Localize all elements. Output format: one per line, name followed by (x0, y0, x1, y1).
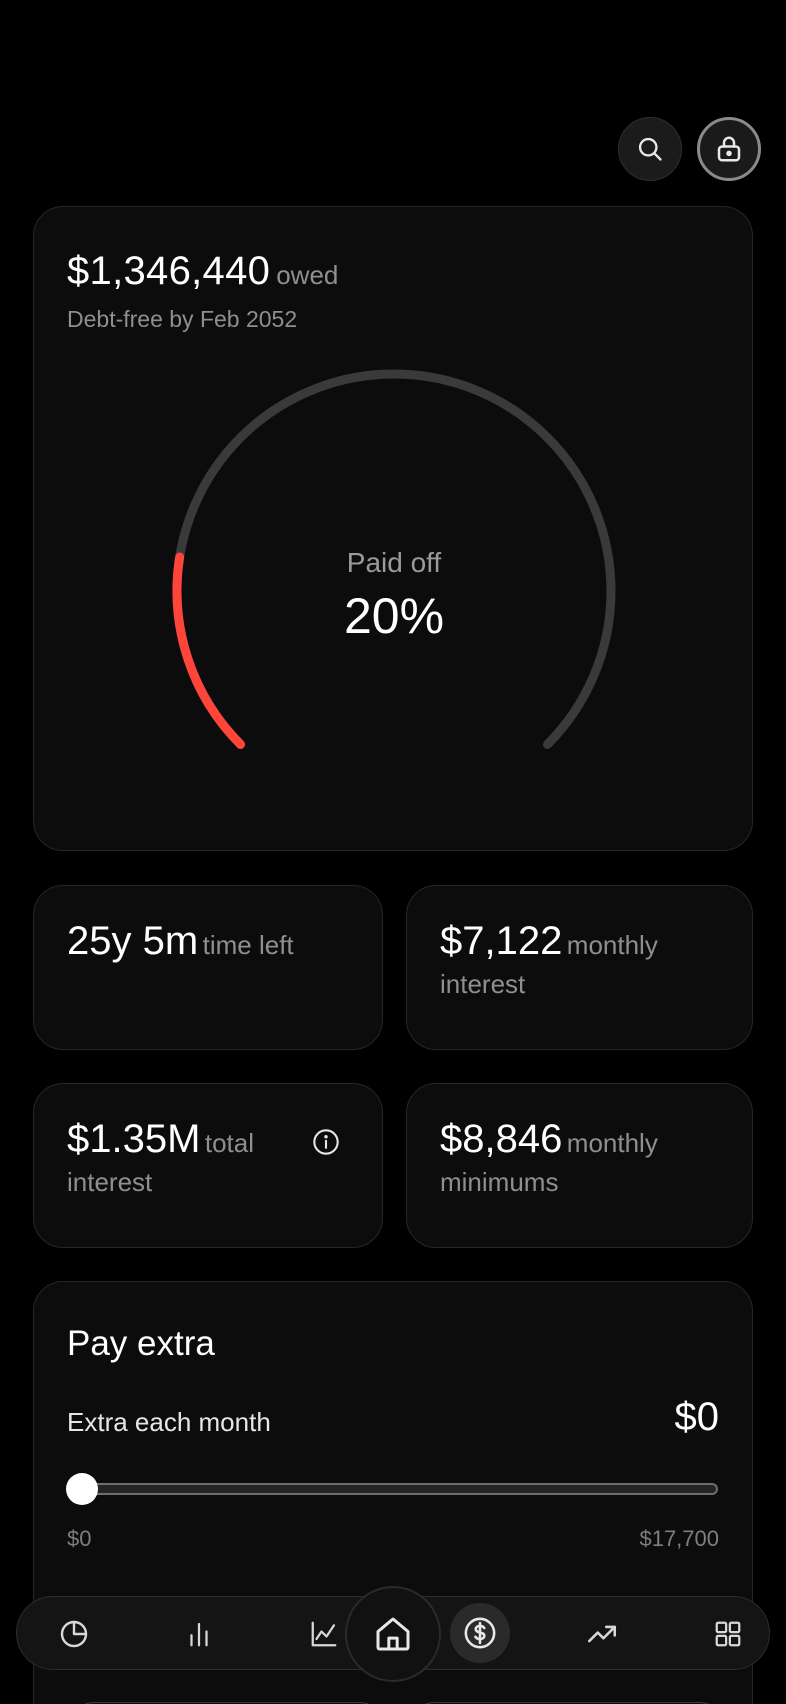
grid-icon (715, 1621, 741, 1647)
total-interest-text: $1.35M total interest (67, 1119, 292, 1204)
time-left-label: time left (202, 930, 294, 960)
time-left-value: 25y 5m (67, 919, 199, 963)
search-icon (638, 137, 662, 161)
lock-icon (717, 136, 741, 162)
gauge-value: 20% (343, 588, 445, 644)
monthly-minimums-text: $8,846 monthly minimums (440, 1119, 724, 1204)
debt-dashboard: $1,346,440 owed Debt-free by Feb 2052 Pai… (0, 0, 786, 1704)
nav-home[interactable] (345, 1586, 441, 1682)
slider-min-label: $0 (67, 1526, 92, 1551)
search-button[interactable] (618, 117, 682, 181)
gauge-progress (172, 552, 246, 749)
monthly-minimums-card[interactable]: $8,846 monthly minimums (406, 1083, 753, 1248)
total-interest-card[interactable]: $1.35M total interest (33, 1083, 383, 1248)
monthly-minimums-value: $8,846 (440, 1117, 563, 1161)
monthly-interest-card[interactable]: $7,122 monthly interest (406, 885, 753, 1050)
pie-chart-icon (60, 1620, 88, 1648)
extra-slider-track[interactable] (82, 1483, 718, 1495)
pay-extra-title: Pay extra (67, 1324, 215, 1363)
extra-each-month-value: $0 (674, 1395, 720, 1439)
paid-off-gauge (172, 369, 616, 749)
bar-chart-icon (190, 1622, 208, 1647)
monthly-interest-value: $7,122 (440, 919, 563, 963)
trending-up-icon (587, 1625, 617, 1643)
extra-slider-thumb[interactable] (66, 1473, 98, 1505)
line-chart-icon (311, 1621, 337, 1647)
time-left-text: 25y 5m time left (67, 921, 354, 967)
debt-summary-card[interactable]: $1,346,440 owed Debt-free by Feb 2052 Pai… (33, 206, 753, 851)
time-left-card[interactable]: 25y 5m time left (33, 885, 383, 1050)
extra-each-month-label: Extra each month (67, 1407, 271, 1437)
monthly-interest-text: $7,122 monthly interest (440, 921, 724, 1006)
home-icon (376, 1617, 410, 1651)
nav-trending[interactable] (565, 1597, 639, 1671)
nav-dollar[interactable] (450, 1603, 510, 1663)
info-icon[interactable] (312, 1128, 340, 1156)
total-interest-value: $1.35M (67, 1117, 201, 1161)
lock-button[interactable] (697, 117, 761, 181)
nav-bar-chart[interactable] (162, 1597, 236, 1671)
nav-grid[interactable] (691, 1597, 765, 1671)
gauge-label: Paid off (346, 547, 442, 578)
dollar-icon (464, 1617, 496, 1649)
slider-max-label: $17,700 (639, 1526, 719, 1551)
nav-pie-chart[interactable] (37, 1597, 111, 1671)
